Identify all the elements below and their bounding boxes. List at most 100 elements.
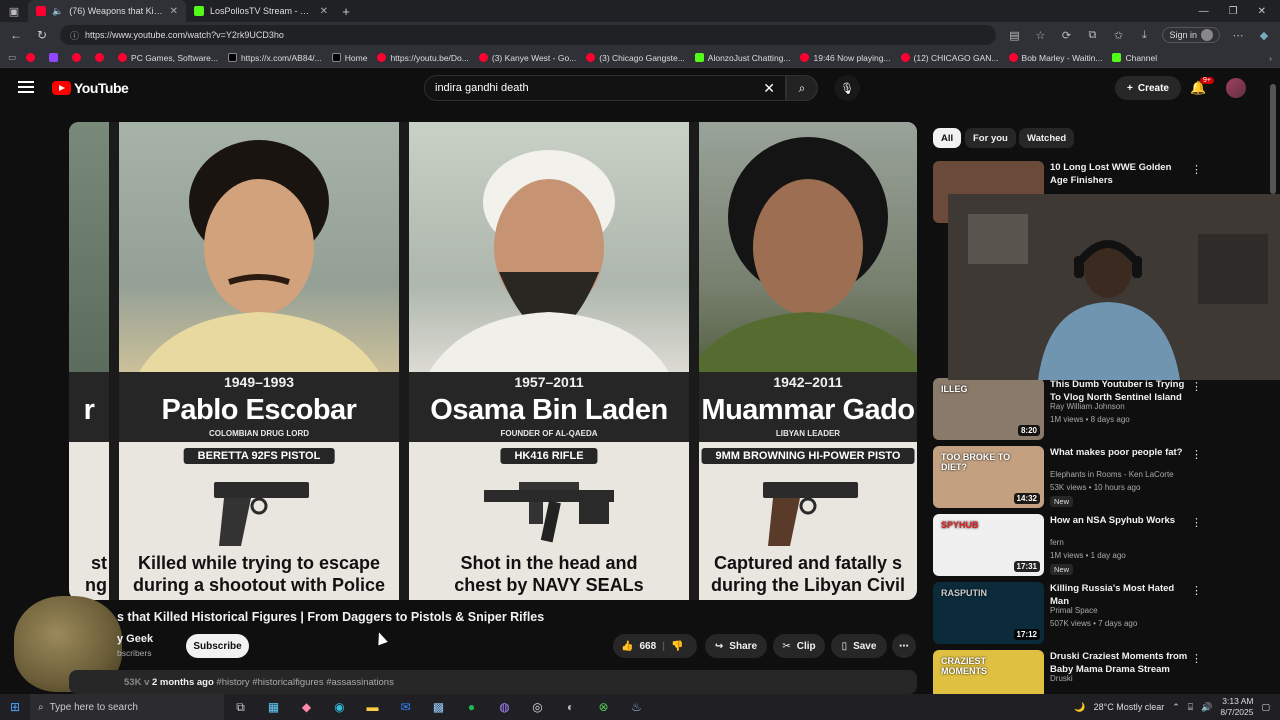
bookmark-item[interactable]: Channel <box>1112 53 1157 63</box>
recommended-title[interactable]: 10 Long Lost WWE Golden Age Finishers <box>1050 161 1190 187</box>
recommended-title[interactable]: Druski Craziest Moments from Baby Mama D… <box>1050 650 1190 676</box>
mute-icon[interactable]: 🔈 <box>52 6 63 17</box>
clip-button[interactable]: ✂ Clip <box>773 634 825 658</box>
file-explorer-icon[interactable]: ▬ <box>356 700 389 714</box>
account-avatar[interactable] <box>1226 78 1246 98</box>
dislike-icon[interactable]: 👎 <box>671 641 683 652</box>
steam-icon[interactable]: ♨ <box>620 700 653 714</box>
close-window-icon[interactable]: ✕ <box>1258 6 1266 17</box>
app-icon[interactable]: ◐ <box>554 700 587 714</box>
create-button[interactable]: + Create <box>1115 76 1181 100</box>
video-menu-icon[interactable]: ⋮ <box>1191 584 1202 597</box>
video-menu-icon[interactable]: ⋮ <box>1191 163 1202 176</box>
taskbar-search[interactable]: ⌕ Type here to search <box>30 694 224 720</box>
video-menu-icon[interactable]: ⋮ <box>1191 448 1202 461</box>
site-info-icon[interactable]: ⓘ <box>70 29 79 42</box>
network-icon[interactable]: ⌸ <box>1188 702 1193 713</box>
bookmark-item[interactable]: (3) Chicago Gangste... <box>586 53 685 63</box>
chip-for-you[interactable]: For you <box>965 128 1016 148</box>
recommended-title[interactable]: Killing Russia's Most Hated Man <box>1050 582 1190 608</box>
address-bar[interactable]: ⓘ https://www.youtube.com/watch?v=Y2rk9U… <box>60 25 997 45</box>
recommended-title[interactable]: How an NSA Spyhub Works <box>1050 514 1190 527</box>
subscribe-button[interactable]: Subscribe <box>186 634 249 658</box>
volume-icon[interactable]: 🔊 <box>1201 702 1212 713</box>
clock[interactable]: 3:13 AM 8/7/2025 <box>1220 696 1253 718</box>
copilot-icon[interactable]: ◆ <box>1256 29 1272 42</box>
search-input[interactable]: indira gandhi death ✕ <box>424 75 786 101</box>
page-scrollbar[interactable] <box>1270 84 1276 194</box>
like-count[interactable]: 668 <box>639 641 656 652</box>
hashtags[interactable]: #history #historicalfigures #assassinati… <box>216 677 393 688</box>
channel-name[interactable]: y Geek <box>117 633 153 645</box>
clear-search-icon[interactable]: ✕ <box>763 80 775 97</box>
bookmark-item[interactable] <box>72 53 85 62</box>
sign-in-button[interactable]: Sign in <box>1162 27 1220 43</box>
more-actions-button[interactable]: ⋯ <box>892 634 916 658</box>
store-icon[interactable]: ▦ <box>257 700 290 714</box>
save-button[interactable]: ▯ Save <box>831 634 887 658</box>
task-view-icon[interactable]: ⧉ <box>224 700 257 715</box>
recommended-title[interactable]: This Dumb Youtuber is Trying To Vlog Nor… <box>1050 378 1190 404</box>
bookmarks-icon[interactable]: ▭ <box>8 52 16 63</box>
windows-start-icon[interactable]: ⊞ <box>0 700 30 714</box>
bookmarks-overflow-icon[interactable]: › <box>1269 53 1272 63</box>
recommended-video[interactable]: RASPUTIN 17:12 Killing Russia's Most Hated… <box>933 582 1263 646</box>
weather-text[interactable]: 28°C Mostly clear <box>1094 702 1165 712</box>
split-icon[interactable]: ⧉ <box>1084 29 1100 42</box>
menu-dots-icon[interactable]: ⋯ <box>1230 29 1246 42</box>
outlook-icon[interactable]: ✉ <box>389 700 422 714</box>
hamburger-menu-icon[interactable] <box>18 81 34 93</box>
recommended-title[interactable]: What makes poor people fat? <box>1050 446 1190 459</box>
copilot-taskbar-icon[interactable]: ◆ <box>290 700 323 714</box>
notifications-icon[interactable]: ▢ <box>1261 702 1270 713</box>
like-icon[interactable]: 👍 <box>621 641 633 652</box>
obs-icon[interactable]: ◎ <box>521 700 554 714</box>
tab-actions-icon[interactable]: ▣ <box>0 0 28 22</box>
bookmark-item[interactable]: Bob Marley - Waitin... <box>1008 53 1102 63</box>
bookmark-item[interactable]: (12) CHICAGO GAN... <box>900 53 999 63</box>
bookmark-item[interactable] <box>26 53 39 62</box>
video-menu-icon[interactable]: ⋮ <box>1191 652 1202 665</box>
video-thumbnail[interactable]: TOO BROKE TO DIET? 14:32 <box>933 446 1044 508</box>
bookmark-item[interactable]: https://youtu.be/Do... <box>377 53 469 63</box>
bookmark-item[interactable]: Home <box>331 53 367 63</box>
back-icon[interactable]: ← <box>8 28 24 42</box>
download-icon[interactable]: ⤓ <box>1136 29 1152 42</box>
recommended-channel[interactable]: Elephants in Rooms - Ken LaCorte <box>1050 470 1174 479</box>
new-tab-button[interactable]: + <box>336 4 356 19</box>
youtube-logo[interactable]: YouTube <box>52 80 129 96</box>
xbox-icon[interactable]: ⊗ <box>587 700 620 714</box>
bookmark-item[interactable]: (3) Kanye West - Go... <box>478 53 576 63</box>
video-thumbnail[interactable]: RASPUTIN 17:12 <box>933 582 1044 644</box>
edge-icon[interactable]: ◉ <box>323 700 356 714</box>
browser-tab-inactive[interactable]: LosPollosTV Stream - Watch Live ✕ <box>186 0 336 22</box>
spotify-icon[interactable]: ● <box>455 700 488 714</box>
extensions-icon[interactable]: ⟳ <box>1058 29 1074 42</box>
bookmark-item[interactable]: 19:46 Now playing... <box>800 53 891 63</box>
bookmark-item[interactable] <box>49 53 62 62</box>
tray-chevron-icon[interactable]: ⌃ <box>1172 702 1180 713</box>
photos-icon[interactable]: ▩ <box>422 700 455 714</box>
maximize-icon[interactable]: ❐ <box>1229 6 1238 17</box>
chip-watched[interactable]: Watched <box>1019 128 1075 148</box>
collections-icon[interactable]: ✩ <box>1110 29 1126 42</box>
chip-all[interactable]: All <box>933 128 962 148</box>
recommended-channel[interactable]: Primal Space <box>1050 606 1098 615</box>
minimize-icon[interactable]: — <box>1199 6 1209 17</box>
recommended-channel[interactable]: Ray William Johnson <box>1050 402 1125 411</box>
recommended-video[interactable]: SPYHUB 17:31 How an NSA Spyhub Works fern 1M… <box>933 514 1263 578</box>
voice-search-button[interactable]: 🎙 <box>834 75 860 101</box>
search-button[interactable]: ⌕ <box>786 75 818 101</box>
video-menu-icon[interactable]: ⋮ <box>1191 516 1202 529</box>
weather-icon[interactable]: 🌙 <box>1074 702 1085 713</box>
tab-close-icon[interactable]: ✕ <box>170 6 178 17</box>
share-button[interactable]: ↪ Share <box>705 634 767 658</box>
video-menu-icon[interactable]: ⋮ <box>1191 380 1202 393</box>
video-player[interactable]: r st ng 1949–1993 Pablo Escobar COLOMBIAN DRU… <box>69 122 917 600</box>
video-thumbnail[interactable]: ILLEG 8:20 <box>933 378 1044 440</box>
bookmark-item[interactable] <box>95 53 108 62</box>
recommended-video[interactable]: ILLEG 8:20 This Dumb Youtuber is Trying To… <box>933 378 1263 442</box>
browser-tab-active[interactable]: 🔈 (76) Weapons that Killed Historical ✕ <box>28 0 186 22</box>
reader-icon[interactable]: ▤ <box>1006 29 1022 42</box>
discord-icon[interactable]: ◍ <box>488 700 521 714</box>
